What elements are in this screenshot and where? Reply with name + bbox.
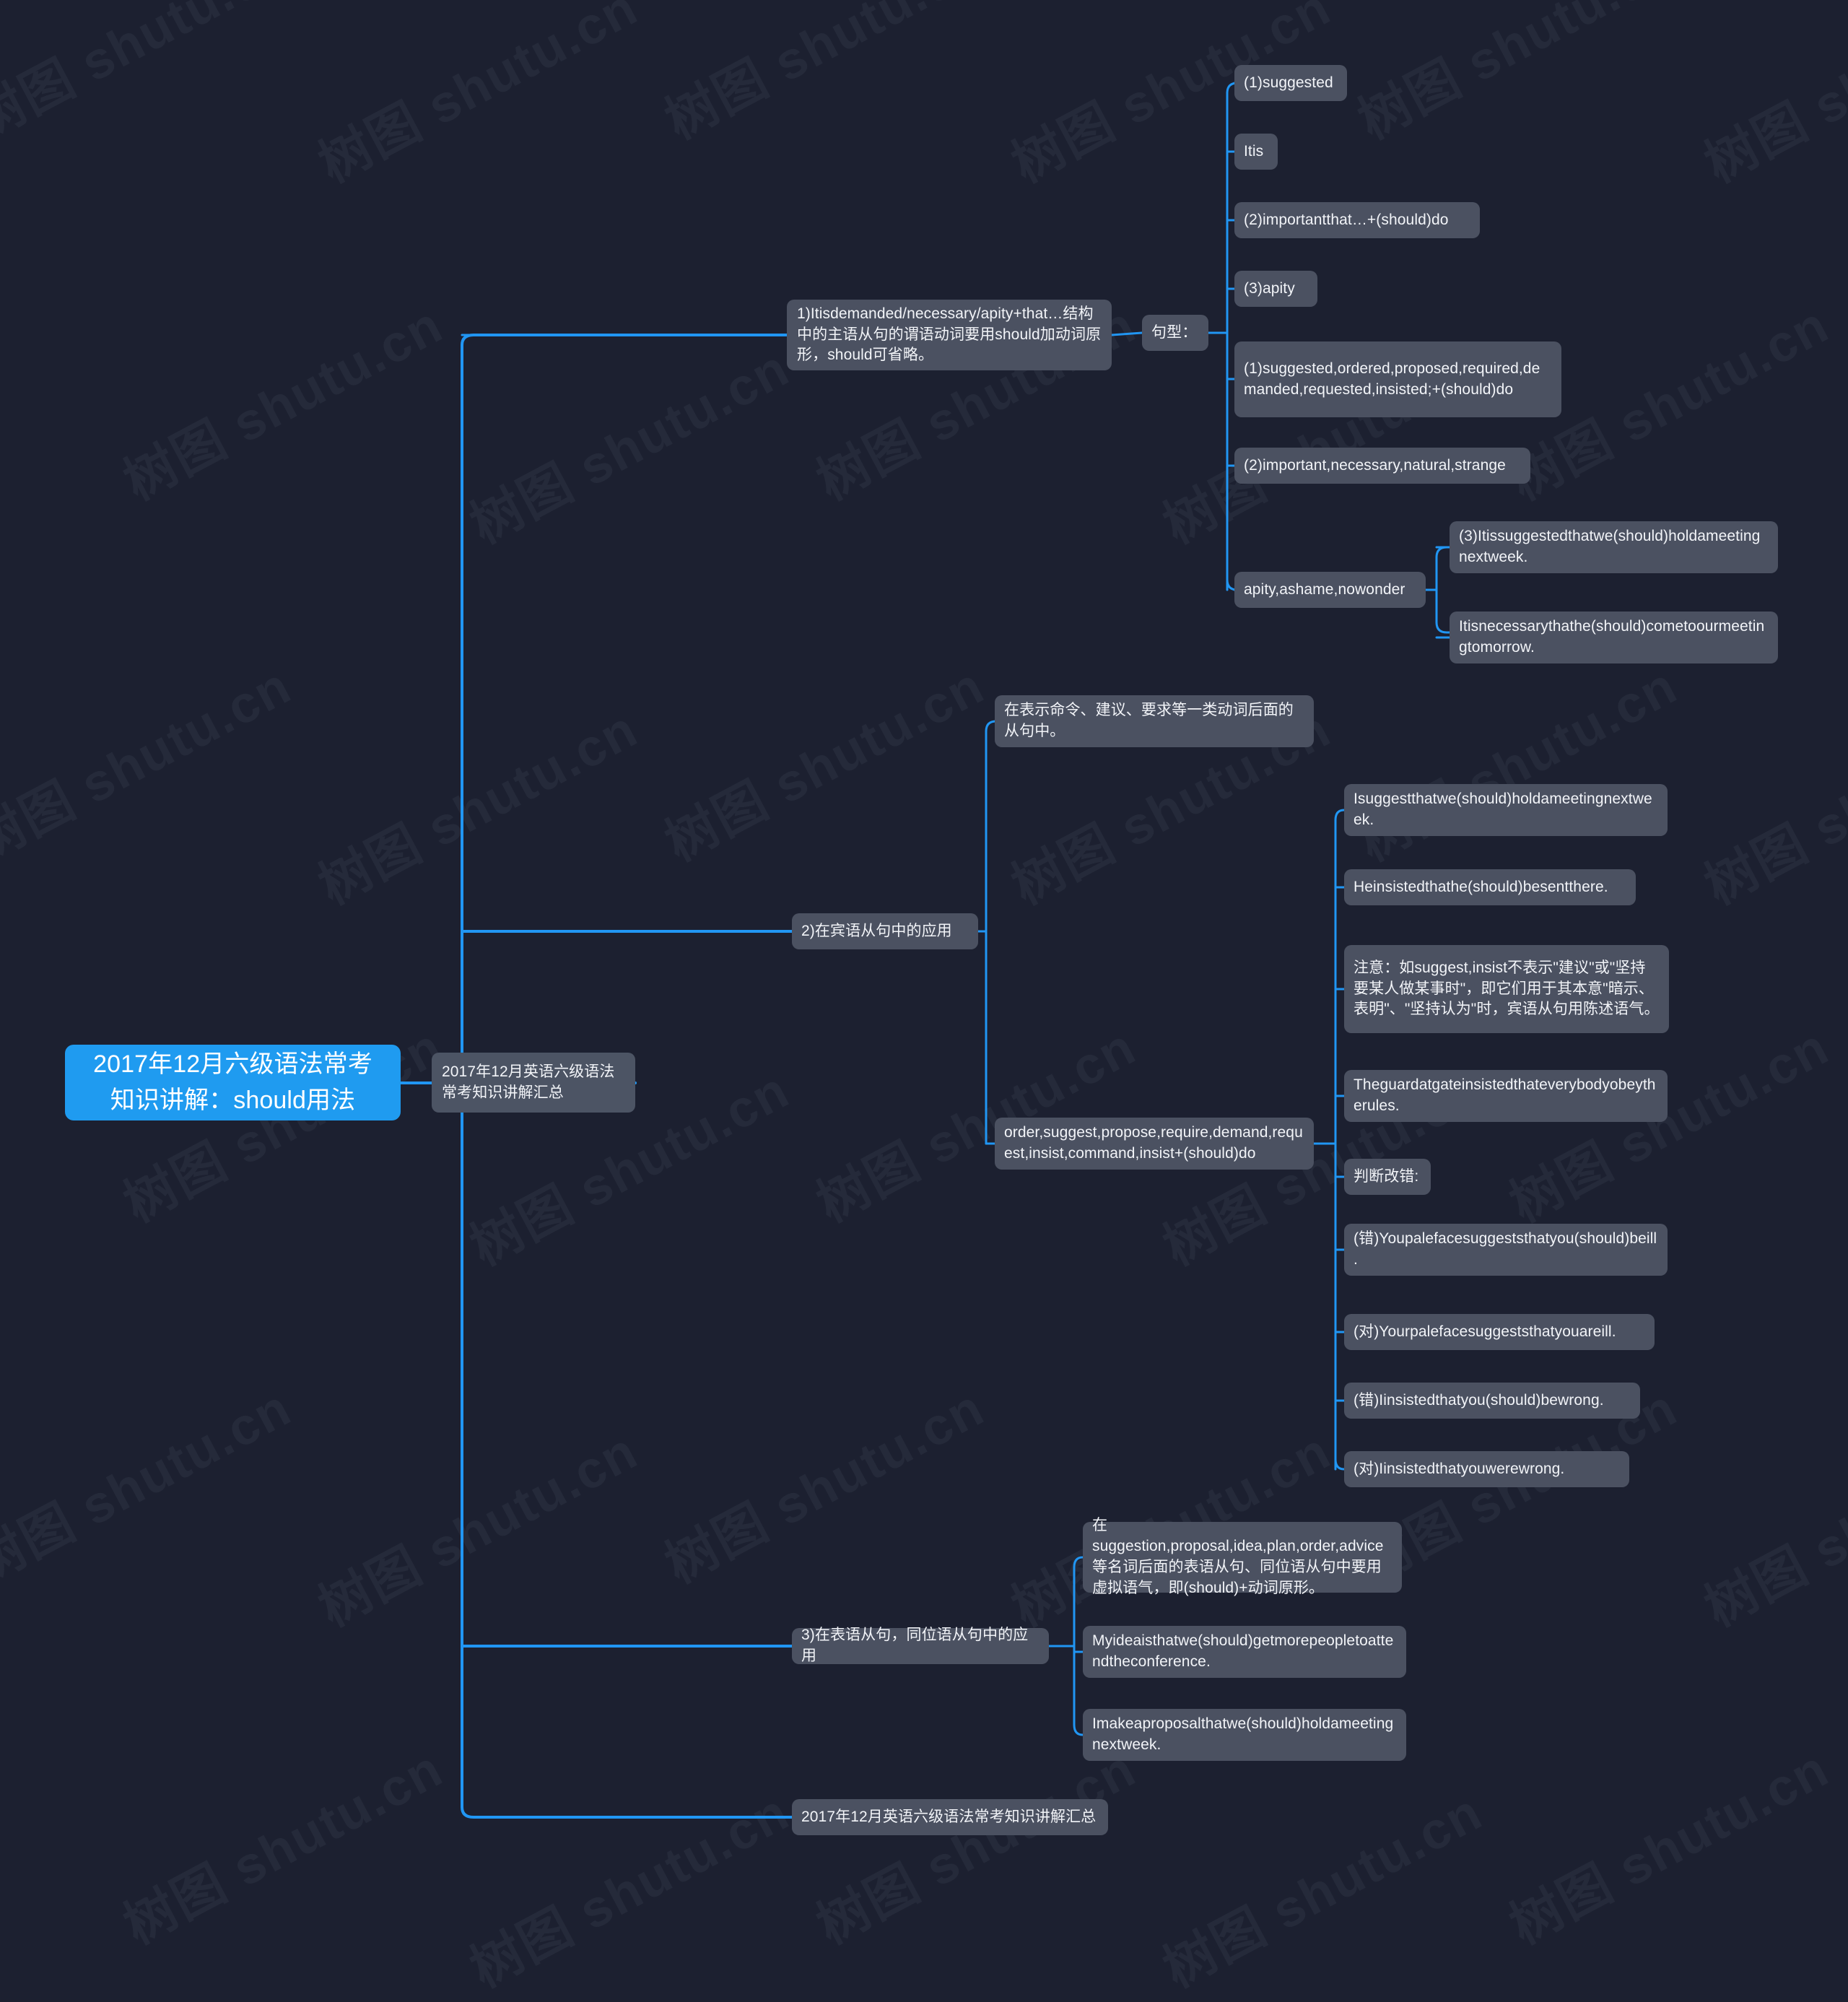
b2-right-2[interactable]: (对)Iinsistedthatyouwerewrong. [1344, 1451, 1629, 1487]
pattern-node-7b[interactable]: Itisnecessarythathe(should)cometoourmeet… [1450, 612, 1778, 663]
pattern-node-5[interactable]: (1)suggested,ordered,proposed,required,d… [1234, 341, 1561, 417]
pattern-node-1-label: (1)suggested [1244, 74, 1333, 91]
pattern-node-3[interactable]: (2)importantthat…+(should)do [1234, 202, 1480, 238]
branch-2-note-node[interactable]: 在表示命令、建议、要求等一类动词后面的从句中。 [995, 695, 1314, 747]
pattern-node-6[interactable]: (2)important,necessary,natural,strange [1234, 448, 1530, 484]
b2-example-2-label: Heinsistedthathe(should)besentthere. [1354, 878, 1608, 895]
b2-correction-header[interactable]: 判断改错: [1344, 1159, 1431, 1195]
branch-1-label: 1)Itisdemanded/necessary/apity+that…结构中的… [797, 305, 1102, 364]
branch-3-label: 3)在表语从句，同位语从句中的应用 [801, 1627, 1029, 1664]
sentence-pattern-node[interactable]: 句型： [1142, 315, 1208, 351]
pattern-node-3-label: (2)importantthat…+(should)do [1244, 211, 1449, 228]
pattern-node-6-label: (2)important,necessary,natural,strange [1244, 456, 1506, 474]
b2-note-node[interactable]: 注意：如suggest,insist不表示"建议"或"坚持要某人做某事时"，即它… [1344, 945, 1669, 1033]
b2-example-3[interactable]: Theguardatgateinsistedthateverybodyobeyt… [1344, 1070, 1668, 1122]
root-node-label: 2017年12月六级语法常考 知识讲解：should用法 [93, 1050, 372, 1114]
b2-right-2-label: (对)Iinsistedthatyouwerewrong. [1354, 1460, 1565, 1477]
b2-right-1[interactable]: (对)Yourpalefacesuggeststhatyouareill. [1344, 1314, 1655, 1350]
pattern-node-2[interactable]: Itis [1234, 134, 1278, 170]
b3-example-2[interactable]: Imakeaproposalthatwe(should)holdameeting… [1083, 1709, 1406, 1761]
b2-example-1-label: Isuggestthatwe(should)holdameetingnextwe… [1354, 791, 1652, 828]
pattern-node-7-label: apity,ashame,nowonder [1244, 580, 1405, 598]
pattern-node-7b-label: Itisnecessarythathe(should)cometoourmeet… [1459, 618, 1765, 656]
pattern-node-2-label: Itis [1244, 142, 1264, 160]
pattern-node-5-label: (1)suggested,ordered,proposed,required,d… [1244, 360, 1540, 398]
pattern-node-4[interactable]: (3)apity [1234, 271, 1317, 307]
pattern-node-4-label: (3)apity [1244, 279, 1295, 297]
root-node[interactable]: 2017年12月六级语法常考 知识讲解：should用法 [65, 1045, 401, 1120]
branch-3-node[interactable]: 3)在表语从句，同位语从句中的应用 [792, 1627, 1049, 1664]
branch-2-verbs-node[interactable]: order,suggest,propose,require,demand,req… [995, 1118, 1314, 1170]
branch-2-node[interactable]: 2)在宾语从句中的应用 [792, 913, 978, 949]
b2-note-label: 注意：如suggest,insist不表示"建议"或"坚持要某人做某事时"，即它… [1354, 959, 1660, 1018]
pattern-node-7[interactable]: apity,ashame,nowonder [1234, 572, 1426, 608]
b2-example-1[interactable]: Isuggestthatwe(should)holdameetingnextwe… [1344, 784, 1668, 836]
branch-2-label: 2)在宾语从句中的应用 [801, 922, 952, 939]
b2-wrong-1-label: (错)Youpalefacesuggeststhatyou(should)bei… [1354, 1230, 1657, 1268]
pattern-node-7a-label: (3)Itissuggestedthatwe(should)holdameeti… [1459, 528, 1761, 565]
branch-1-node[interactable]: 1)Itisdemanded/necessary/apity+that…结构中的… [787, 300, 1112, 370]
bottom-summary-node-label: 2017年12月英语六级语法常考知识讲解汇总 [801, 1808, 1097, 1825]
b3-example-1-label: Myideaisthatwe(should)getmorepeopletoatt… [1092, 1632, 1394, 1670]
b2-wrong-2-label: (错)Iinsistedthatyou(should)bewrong. [1354, 1391, 1604, 1409]
b3-example-1[interactable]: Myideaisthatwe(should)getmorepeopletoatt… [1083, 1626, 1406, 1678]
b3-note-label: 在suggestion,proposal,idea,plan,order,adv… [1092, 1517, 1384, 1596]
b2-right-1-label: (对)Yourpalefacesuggeststhatyouareill. [1354, 1323, 1616, 1340]
b2-wrong-2[interactable]: (错)Iinsistedthatyou(should)bewrong. [1344, 1383, 1640, 1419]
b2-example-3-label: Theguardatgateinsistedthateverybodyobeyt… [1354, 1076, 1656, 1114]
bottom-summary-node[interactable]: 2017年12月英语六级语法常考知识讲解汇总 [792, 1799, 1108, 1835]
branch-2-note-label: 在表示命令、建议、要求等一类动词后面的从句中。 [1004, 702, 1294, 739]
pattern-node-7a[interactable]: (3)Itissuggestedthatwe(should)holdameeti… [1450, 521, 1778, 573]
pattern-node-1[interactable]: (1)suggested [1234, 65, 1347, 101]
b3-example-2-label: Imakeaproposalthatwe(should)holdameeting… [1092, 1715, 1394, 1753]
b3-note-node[interactable]: 在suggestion,proposal,idea,plan,order,adv… [1083, 1517, 1402, 1596]
mindmap-node-layer: 2017年12月六级语法常考 知识讲解：should用法 2017年12月英语六… [0, 0, 1848, 1908]
b2-wrong-1[interactable]: (错)Youpalefacesuggeststhatyou(should)bei… [1344, 1224, 1668, 1276]
b2-correction-header-label: 判断改错: [1354, 1167, 1419, 1185]
summary-node[interactable]: 2017年12月英语六级语法常考知识讲解汇总 [432, 1053, 635, 1113]
branch-2-verbs-label: order,suggest,propose,require,demand,req… [1004, 1124, 1303, 1162]
sentence-pattern-label: 句型： [1151, 323, 1198, 341]
b2-example-2[interactable]: Heinsistedthathe(should)besentthere. [1344, 869, 1636, 905]
summary-node-label: 2017年12月英语六级语法常考知识讲解汇总 [442, 1063, 615, 1101]
